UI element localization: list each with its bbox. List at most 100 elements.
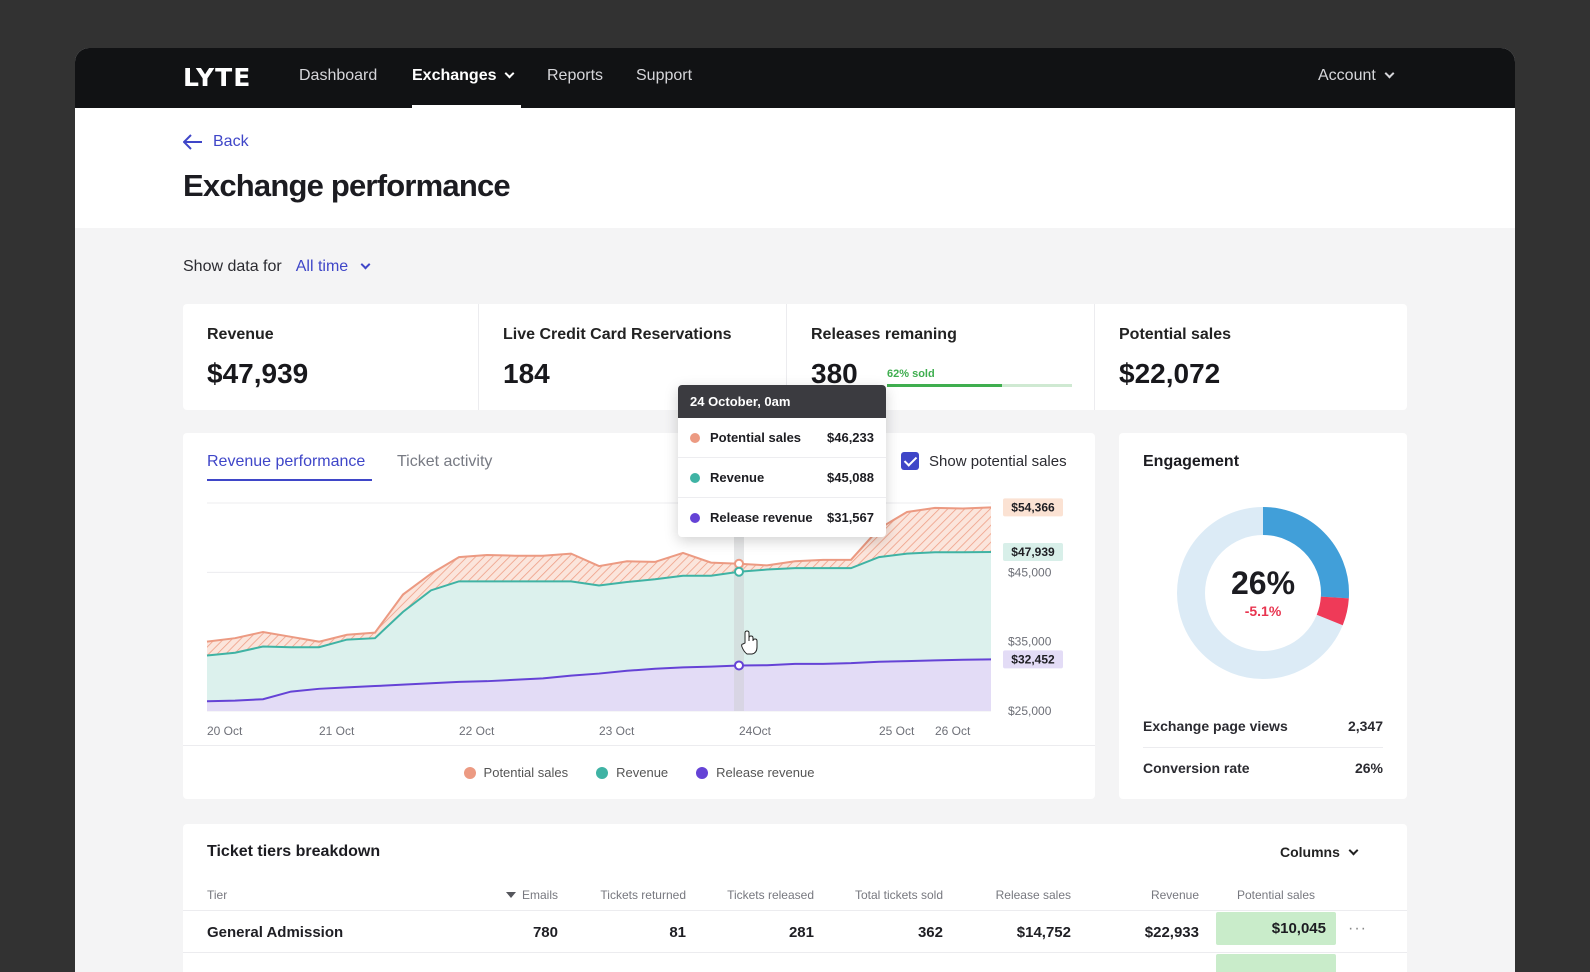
tooltip-label: Release revenue [710,510,813,525]
arrow-left-icon [183,134,202,150]
legend-dot [696,766,709,779]
sold-progress: 62% sold [887,368,1072,387]
divider [1143,747,1383,748]
stat-value: $22,072 [1119,358,1221,389]
revenue-chart-card: Revenue performance Ticket activity Show… [183,433,1095,799]
filter-value-dropdown[interactable]: All time [296,258,348,276]
cell-tier: General Admission [207,924,344,941]
stat-label: Revenue [207,326,274,343]
engagement-row-conversion: Conversion rate 26% [1143,760,1383,776]
x-tick-label: 24Oct [739,724,772,738]
cell-emails: 780 [532,924,558,941]
legend-label: Revenue [616,765,669,780]
th-release-sales[interactable]: Release sales [971,888,1071,902]
table-title: Ticket tiers breakdown [207,843,381,860]
tooltip-row: Release revenue $31,567 [678,498,886,537]
cell-revenue: $22,933 [1144,924,1199,941]
nav-item-dashboard[interactable]: Dashboard [299,67,377,85]
y-tick-label: $45,000 [1008,565,1052,579]
hover-band [734,513,744,711]
tooltip-title: 24 October, 0am [678,385,886,418]
chevron-down-icon[interactable] [360,259,371,269]
th-revenue[interactable]: Revenue [1099,888,1199,902]
nav-item-reports[interactable]: Reports [547,67,603,85]
row-value: 26% [1354,760,1383,776]
more-options-icon[interactable]: ··· [1348,920,1367,938]
filter-label: Show data for [183,258,282,275]
divider [183,910,1407,911]
th-tier[interactable]: Tier [207,888,227,902]
donut-percent: 26% [1230,565,1296,601]
release-hover-point [734,660,744,671]
chevron-down-icon [1348,845,1359,856]
tooltip-value: $46,233 [827,430,874,445]
engagement-row-views: Exchange page views 2,347 [1143,718,1383,734]
cell-potential-sales: $10,045 [1216,912,1336,945]
tooltip-label: Revenue [710,470,765,485]
x-tick-label: 20 Oct [207,724,243,738]
stat-label: Potential sales [1119,326,1232,343]
th-emails-label: Emails [521,888,558,902]
stat-label: Live Credit Card Reservations [503,326,732,343]
nav-item-support[interactable]: Support [636,67,692,85]
x-tick-label: 23 Oct [599,724,635,738]
th-potential-sales[interactable]: Potential sales [1216,888,1336,902]
legend-item-release[interactable]: Release revenue [696,765,814,780]
sort-desc-icon [505,892,516,898]
row-value: 2,347 [1347,718,1383,734]
engagement-card: Engagement 26% -5.1% Exchange page views… [1119,433,1407,799]
tooltip-value: $45,088 [827,470,874,485]
chevron-down-icon [505,68,515,79]
date-filter: Show data for All time [183,258,371,276]
x-tick-label: 21 Oct [319,724,355,738]
back-link[interactable]: Back [183,133,249,151]
th-tickets-returned[interactable]: Tickets returned [586,888,686,902]
legend-dot [596,766,609,779]
tooltip-label: Potential sales [710,430,802,445]
columns-button[interactable]: Columns [1280,844,1359,860]
x-tick-label: 25 Oct [879,724,915,738]
legend-label: Release revenue [716,765,815,780]
progress-track [887,384,1072,387]
chart-legend: Potential sales Revenue Release revenue [183,745,1095,799]
tooltip-dot [690,432,700,443]
th-total-sold[interactable]: Total tickets sold [833,888,943,902]
potential-hover-point [734,558,744,569]
back-label: Back [213,133,249,150]
area-chart[interactable]: $55,000$45,000$35,000$25,000$54,366$47,9… [183,433,1095,745]
top-nav: LYTE Dashboard Exchanges Reports Support… [75,48,1515,108]
revenue-hover-point [734,566,744,577]
ticket-tiers-table: Ticket tiers breakdown Columns Tier Emai… [183,824,1407,972]
page-header: Back Exchange performance [75,108,1515,228]
stat-label: Releases remaning [811,326,957,343]
columns-label: Columns [1280,844,1340,860]
divider [183,952,1407,953]
th-emails[interactable]: Emails [503,888,558,902]
tooltip-dot [690,512,700,523]
progress-label: 62% sold [887,368,935,380]
nav-item-exchanges-label: Exchanges [412,67,497,84]
account-menu[interactable]: Account [1318,67,1395,85]
revenue-badge-label: $47,939 [1011,545,1055,559]
y-tick-label: $35,000 [1008,635,1052,649]
lyte-logo[interactable]: LYTE [183,63,251,92]
chart-tooltip: 24 October, 0am Potential sales $46,233 R… [678,385,886,537]
legend-label: Potential sales [483,765,569,780]
engagement-donut [1177,507,1349,679]
stat-value: $47,939 [207,358,309,389]
x-tick-label: 22 Oct [459,724,495,738]
tooltip-value: $31,567 [827,510,874,525]
legend-dot [463,766,476,779]
th-tickets-released[interactable]: Tickets released [714,888,814,902]
tooltip-dot [690,472,700,483]
cell-potential-sales-next [1216,954,1336,972]
nav-item-exchanges[interactable]: Exchanges [412,67,515,85]
row-label: Conversion rate [1143,760,1250,776]
legend-item-revenue[interactable]: Revenue [596,765,668,780]
cell-release-sales: $14,752 [1016,924,1071,941]
stat-card-revenue: Revenue $47,939 [183,304,479,410]
release-badge-label: $32,452 [1011,652,1055,666]
legend-item-potential[interactable]: Potential sales [463,765,569,780]
row-label: Exchange page views [1143,718,1288,734]
chevron-down-icon [1384,68,1395,79]
